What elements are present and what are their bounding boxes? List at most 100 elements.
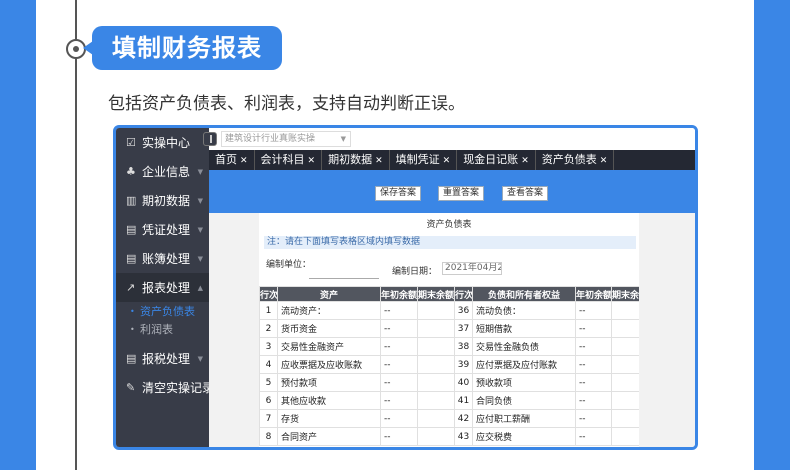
table-row: 5 预付款项 -- 40 预收款项 -- (259, 373, 639, 392)
begin-balance-cell[interactable]: -- (380, 391, 418, 410)
liability-name: 应交税费 (472, 427, 576, 446)
sidebar-item-tax[interactable]: ▤ 报税处理 ▼ (116, 344, 209, 373)
unit-input[interactable] (309, 278, 379, 279)
end-balance-cell[interactable] (611, 319, 639, 338)
close-icon[interactable]: ✕ (443, 156, 451, 166)
chevron-down-icon: ▼ (197, 254, 203, 263)
table-header-row: 行次 资产 年初余额 期末余额 行次 负债和所有者权益 年初余额 期末余额 (259, 286, 639, 302)
sidebar-subitem-balance-sheet[interactable]: • 资产负债表 (116, 302, 209, 320)
project-select[interactable]: 建筑设计行业真账实操 ▼ (221, 131, 351, 147)
begin-balance-cell[interactable]: -- (380, 409, 418, 428)
sidebar-subitem-label: 利润表 (140, 323, 173, 336)
line-chart-icon: ↗ (126, 281, 136, 294)
col-header-row-no: 行次 (454, 286, 473, 302)
unit-label: 编制单位： (266, 260, 312, 270)
end-balance-cell[interactable] (417, 391, 455, 410)
save-answer-button[interactable]: 保存答案 (375, 186, 422, 201)
main-area: 建筑设计行业真账实操 ▼ 首页 ✕ 会计科目 ✕ 期初数据 ✕ 填制凭证 ✕ 现金日记账… (203, 128, 695, 447)
tab-accounts[interactable]: 会计科目 ✕ (255, 150, 323, 170)
begin-balance-cell[interactable]: -- (575, 355, 612, 374)
end-balance-cell[interactable] (611, 355, 639, 374)
end-balance-cell[interactable] (417, 319, 455, 338)
tab-home[interactable]: 首页 ✕ (209, 150, 255, 170)
begin-balance-cell[interactable]: -- (575, 427, 612, 446)
end-balance-cell[interactable] (417, 409, 455, 428)
left-accent-bar (0, 0, 36, 470)
end-balance-cell[interactable] (417, 301, 455, 320)
reset-answer-button[interactable]: 重置答案 (438, 186, 485, 201)
end-balance-cell[interactable] (417, 355, 455, 374)
begin-balance-cell[interactable]: -- (575, 319, 612, 338)
sidebar-subitem-income-statement[interactable]: • 利润表 (116, 320, 209, 338)
date-input[interactable]: 2021年04月24 (442, 262, 502, 275)
row-no: 42 (454, 409, 473, 428)
begin-balance-cell[interactable]: -- (380, 427, 418, 446)
row-no: 3 (259, 337, 278, 356)
close-icon[interactable]: ✕ (375, 156, 383, 166)
begin-balance-cell[interactable]: -- (575, 301, 612, 320)
asset-name: 其他应收款 (277, 391, 381, 410)
checkbox-icon: ☑ (126, 136, 136, 149)
bullet-icon: • (130, 306, 135, 316)
begin-balance-cell[interactable]: -- (575, 373, 612, 392)
sidebar-item-company-info[interactable]: ♣ 企业信息 ▼ (116, 157, 209, 186)
begin-balance-cell[interactable]: -- (380, 301, 418, 320)
sidebar-item-voucher[interactable]: ▤ 凭证处理 ▼ (116, 215, 209, 244)
end-balance-cell[interactable] (611, 391, 639, 410)
document-icon: ▤ (126, 223, 137, 236)
tab-opening-data[interactable]: 期初数据 ✕ (322, 150, 390, 170)
col-header-begin-balance: 年初余额 (380, 286, 418, 302)
end-balance-cell[interactable] (611, 337, 639, 356)
begin-balance-cell[interactable]: -- (380, 319, 418, 338)
tab-label: 首页 (215, 153, 237, 166)
tab-voucher[interactable]: 填制凭证 ✕ (390, 150, 458, 170)
asset-name: 存货 (277, 409, 381, 428)
asset-name: 货币资金 (277, 319, 381, 338)
chevron-down-icon: ▼ (197, 196, 203, 205)
tab-label: 填制凭证 (395, 153, 440, 166)
view-answer-button[interactable]: 查看答案 (502, 186, 549, 201)
close-icon[interactable]: ✕ (600, 156, 608, 166)
menu-toggle-icon[interactable] (203, 132, 217, 146)
end-balance-cell[interactable] (611, 301, 639, 320)
top-bar: 建筑设计行业真账实操 ▼ (203, 128, 695, 150)
row-no: 6 (259, 391, 278, 410)
end-balance-cell[interactable] (417, 427, 455, 446)
end-balance-cell[interactable] (417, 337, 455, 356)
sidebar-item-label: 报税处理 (142, 352, 191, 366)
close-icon[interactable]: ✕ (240, 156, 248, 166)
end-balance-cell[interactable] (611, 427, 639, 446)
sidebar-item-ledger[interactable]: ▤ 账簿处理 ▼ (116, 244, 209, 273)
end-balance-cell[interactable] (611, 409, 639, 428)
table-row: 1 流动资产： -- 36 流动负债： -- (259, 301, 639, 320)
sidebar-item-reports[interactable]: ↗ 报表处理 ▲ (116, 273, 209, 302)
begin-balance-cell[interactable]: -- (575, 391, 612, 410)
chevron-up-icon: ▲ (197, 283, 203, 292)
tab-label: 期初数据 (328, 153, 373, 166)
begin-balance-cell[interactable]: -- (380, 373, 418, 392)
eraser-icon: ✎ (126, 381, 136, 394)
balance-sheet-table: 行次 资产 年初余额 期末余额 行次 负债和所有者权益 年初余额 期末余额 1 … (259, 286, 639, 446)
sidebar-item-opening-data[interactable]: ▥ 期初数据 ▼ (116, 186, 209, 215)
row-no: 37 (454, 319, 473, 338)
bar-chart-icon: ▥ (126, 194, 137, 207)
book-icon: ▤ (126, 252, 137, 265)
begin-balance-cell[interactable]: -- (380, 337, 418, 356)
table-row: 2 货币资金 -- 37 短期借款 -- (259, 319, 639, 338)
end-balance-cell[interactable] (611, 373, 639, 392)
tab-balance-sheet[interactable]: 资产负债表 ✕ (536, 150, 615, 170)
begin-balance-cell[interactable]: -- (575, 409, 612, 428)
asset-name: 合同资产 (277, 427, 381, 446)
close-icon[interactable]: ✕ (308, 156, 316, 166)
row-no: 43 (454, 427, 473, 446)
begin-balance-cell[interactable]: -- (380, 355, 418, 374)
tab-cash-journal[interactable]: 现金日记账 ✕ (457, 150, 536, 170)
tab-label: 资产负债表 (541, 153, 597, 166)
timeline-line (75, 0, 77, 470)
sidebar: ☑ 实操中心 ♣ 企业信息 ▼ ▥ 期初数据 ▼ ▤ 凭证处理 ▼ ▤ 账簿处理… (116, 128, 209, 447)
close-icon[interactable]: ✕ (521, 156, 529, 166)
sidebar-item-practice-center[interactable]: ☑ 实操中心 (116, 128, 209, 157)
begin-balance-cell[interactable]: -- (575, 337, 612, 356)
end-balance-cell[interactable] (417, 373, 455, 392)
sidebar-item-clear-records[interactable]: ✎ 清空实操记录 (116, 373, 209, 402)
